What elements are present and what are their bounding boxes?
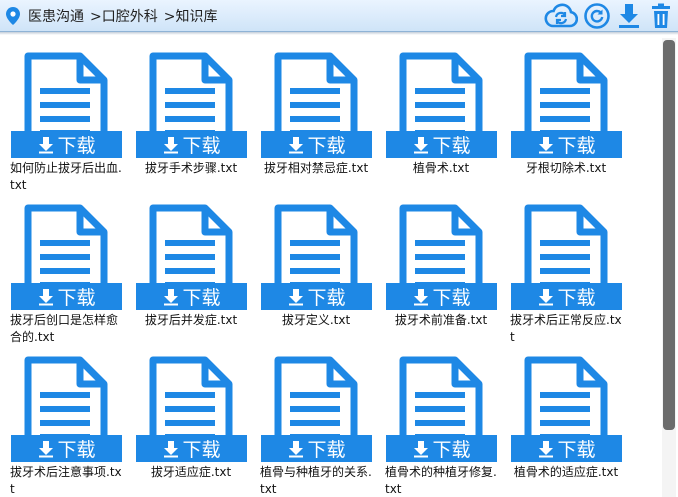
file-name: 拔牙后创口是怎样愈合的.txt: [10, 313, 119, 344]
download-arrow-icon: [164, 288, 179, 305]
download-file-button[interactable]: 下载: [511, 283, 622, 310]
file-item[interactable]: 下载 拔牙相对禁忌症.txt: [254, 48, 379, 200]
download-file-button[interactable]: 下载: [261, 131, 372, 158]
download-file-button[interactable]: 下载: [11, 131, 122, 158]
file-name: 拔牙适应症.txt: [150, 465, 232, 479]
download-arrow-icon: [414, 288, 429, 305]
file-name: 拔牙术后正常反应.txt: [510, 313, 622, 344]
file-name: 拔牙相对禁忌症.txt: [263, 161, 369, 175]
file-item[interactable]: 下载 拔牙后创口是怎样愈合的.txt: [4, 200, 129, 352]
download-icon: [619, 4, 639, 28]
download-arrow-icon: [289, 440, 304, 457]
file-item[interactable]: 下载 拔牙术前准备.txt: [379, 200, 504, 352]
delete-button[interactable]: [648, 3, 674, 29]
download-arrow-icon: [164, 440, 179, 457]
download-label: 下载: [307, 287, 346, 309]
file-name: 拔牙定义.txt: [281, 313, 351, 327]
file-name: 拔牙术后注意事项.txt: [10, 465, 122, 496]
download-file-button[interactable]: 下载: [511, 435, 622, 462]
download-arrow-icon: [39, 136, 54, 153]
file-item[interactable]: 下载 拔牙定义.txt: [254, 200, 379, 352]
download-file-button[interactable]: 下载: [261, 283, 372, 310]
file-grid: 下载 如何防止拔牙后出血.txt 下载 拔牙手术步骤.txt 下载 拔牙相对禁忌…: [4, 48, 629, 497]
breadcrumb-item-knowledge-base[interactable]: >知识库: [164, 6, 218, 26]
cloud-sync-icon: [544, 3, 578, 28]
download-arrow-icon: [414, 136, 429, 153]
file-name: 拔牙后并发症.txt: [144, 313, 238, 327]
file-item[interactable]: 下载 植骨术.txt: [379, 48, 504, 200]
file-name: 植骨术的适应症.txt: [513, 465, 619, 479]
file-item[interactable]: 下载 如何防止拔牙后出血.txt: [4, 48, 129, 200]
download-arrow-icon: [289, 288, 304, 305]
download-label: 下载: [57, 287, 96, 309]
download-file-button[interactable]: 下载: [136, 435, 247, 462]
file-name: 拔牙术前准备.txt: [394, 313, 488, 327]
location-pin-icon: [6, 7, 20, 25]
download-file-button[interactable]: 下载: [386, 131, 497, 158]
file-item[interactable]: 下载 植骨与种植牙的关系.txt: [254, 352, 379, 497]
file-name: 植骨术.txt: [412, 161, 470, 175]
download-file-button[interactable]: 下载: [136, 131, 247, 158]
download-label: 下载: [307, 135, 346, 157]
file-item[interactable]: 下载 拔牙适应症.txt: [129, 352, 254, 497]
download-label: 下载: [57, 439, 96, 461]
file-item[interactable]: 下载 植骨术的适应症.txt: [504, 352, 629, 497]
breadcrumb-item-oral-surgery[interactable]: >口腔外科: [90, 6, 158, 26]
scrollbar-thumb[interactable]: [663, 40, 675, 430]
file-name: 植骨与种植牙的关系.txt: [260, 465, 372, 496]
refresh-button[interactable]: [584, 3, 610, 29]
download-label: 下载: [182, 287, 221, 309]
download-label: 下载: [182, 439, 221, 461]
file-name: 拔牙手术步骤.txt: [144, 161, 238, 175]
file-item[interactable]: 下载 拔牙术后正常反应.txt: [504, 200, 629, 352]
file-item[interactable]: 下载 拔牙术后注意事项.txt: [4, 352, 129, 497]
file-name: 如何防止拔牙后出血.txt: [10, 161, 122, 192]
file-name: 牙根切除术.txt: [525, 161, 607, 175]
download-file-button[interactable]: 下载: [511, 131, 622, 158]
download-file-button[interactable]: 下载: [261, 435, 372, 462]
download-label: 下载: [182, 135, 221, 157]
download-file-button[interactable]: 下载: [11, 435, 122, 462]
download-arrow-icon: [539, 136, 554, 153]
download-file-button[interactable]: 下载: [11, 283, 122, 310]
download-label: 下载: [557, 135, 596, 157]
download-arrow-icon: [39, 288, 54, 305]
download-arrow-icon: [164, 136, 179, 153]
toolbar: [544, 3, 674, 29]
file-item[interactable]: 下载 植骨术的种植牙修复.txt: [379, 352, 504, 497]
breadcrumb-item-patient-communication[interactable]: 医患沟通: [28, 6, 84, 26]
download-arrow-icon: [289, 136, 304, 153]
refresh-icon: [584, 3, 610, 29]
download-label: 下载: [432, 287, 471, 309]
download-file-button[interactable]: 下载: [136, 283, 247, 310]
breadcrumb: 医患沟通 >口腔外科 >知识库: [6, 6, 223, 26]
download-arrow-icon: [39, 440, 54, 457]
top-bar: 医患沟通 >口腔外科 >知识库: [0, 0, 678, 35]
download-file-button[interactable]: 下载: [386, 435, 497, 462]
file-list: 下载 如何防止拔牙后出血.txt 下载 拔牙手术步骤.txt 下载 拔牙相对禁忌…: [0, 36, 660, 497]
file-name: 植骨术的种植牙修复.txt: [385, 465, 497, 496]
file-item[interactable]: 下载 拔牙手术步骤.txt: [129, 48, 254, 200]
download-file-button[interactable]: 下载: [386, 283, 497, 310]
download-label: 下载: [557, 439, 596, 461]
download-arrow-icon: [539, 440, 554, 457]
trash-icon: [652, 3, 670, 28]
download-arrow-icon: [539, 288, 554, 305]
file-item[interactable]: 下载 牙根切除术.txt: [504, 48, 629, 200]
download-button[interactable]: [616, 3, 642, 29]
download-label: 下载: [307, 439, 346, 461]
scrollbar[interactable]: [662, 38, 676, 497]
download-label: 下载: [432, 135, 471, 157]
cloud-sync-button[interactable]: [544, 3, 578, 29]
file-item[interactable]: 下载 拔牙后并发症.txt: [129, 200, 254, 352]
download-label: 下载: [432, 439, 471, 461]
download-label: 下载: [557, 287, 596, 309]
download-label: 下载: [57, 135, 96, 157]
download-arrow-icon: [414, 440, 429, 457]
